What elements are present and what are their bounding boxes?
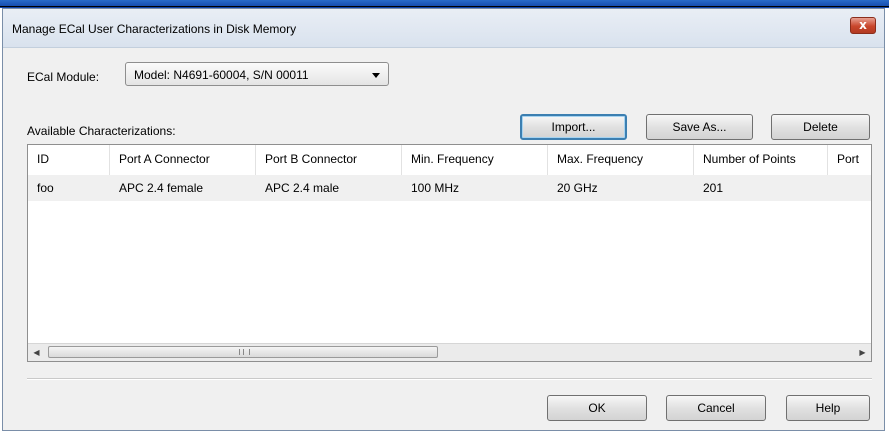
- column-header[interactable]: Port B Connector: [256, 145, 402, 175]
- dropdown-arrow-icon: [372, 73, 380, 78]
- dialog-content: ECal Module: Model: N4691-60004, S/N 000…: [3, 48, 884, 430]
- table-cell: 201: [703, 181, 724, 195]
- scroll-thumb[interactable]: [48, 346, 438, 358]
- column-header[interactable]: Port A Connector: [110, 145, 256, 175]
- ecal-module-value: Model: N4691-60004, S/N 00011: [134, 68, 309, 82]
- scroll-left-icon[interactable]: ◀: [28, 344, 45, 361]
- window-title: Manage ECal User Characterizations in Di…: [12, 22, 297, 36]
- table-cell: APC 2.4 male: [265, 181, 340, 195]
- column-header[interactable]: ID: [28, 145, 110, 175]
- table-cell: foo: [37, 181, 54, 195]
- horizontal-scrollbar[interactable]: ◀ ▶: [28, 343, 871, 361]
- title-bar[interactable]: Manage ECal User Characterizations in Di…: [3, 9, 884, 48]
- delete-button[interactable]: Delete: [771, 114, 870, 140]
- import-button[interactable]: Import...: [520, 114, 627, 140]
- top-edge-bar: [0, 0, 889, 8]
- table-cell: APC 2.4 female: [119, 181, 204, 195]
- table-cell: [828, 175, 871, 201]
- ok-button[interactable]: OK: [547, 395, 647, 421]
- cancel-button[interactable]: Cancel: [666, 395, 766, 421]
- column-header[interactable]: Port: [828, 145, 871, 175]
- scroll-grip-icon: [239, 349, 250, 355]
- footer-separator: [27, 378, 872, 380]
- help-button[interactable]: Help: [786, 395, 870, 421]
- dialog-window: Manage ECal User Characterizations in Di…: [2, 8, 885, 431]
- column-header[interactable]: Min. Frequency: [402, 145, 548, 175]
- close-icon: x: [859, 18, 867, 32]
- table-cell: 20 GHz: [557, 181, 598, 195]
- table-cell: 100 MHz: [411, 181, 460, 195]
- available-characterizations-label: Available Characterizations:: [27, 124, 176, 138]
- ecal-module-select[interactable]: Model: N4691-60004, S/N 00011: [125, 62, 389, 86]
- column-header[interactable]: Number of Points: [694, 145, 828, 175]
- column-header[interactable]: Max. Frequency: [548, 145, 694, 175]
- table-header: ID Port A Connector Port B Connector Min…: [28, 145, 871, 176]
- save-as-button[interactable]: Save As...: [646, 114, 753, 140]
- scroll-right-icon[interactable]: ▶: [854, 344, 871, 361]
- characterizations-table[interactable]: ID Port A Connector Port B Connector Min…: [27, 144, 872, 362]
- close-button[interactable]: x: [850, 17, 876, 34]
- ecal-module-label: ECal Module:: [27, 70, 100, 84]
- table-row[interactable]: foo APC 2.4 female APC 2.4 male 100 MHz …: [28, 175, 871, 201]
